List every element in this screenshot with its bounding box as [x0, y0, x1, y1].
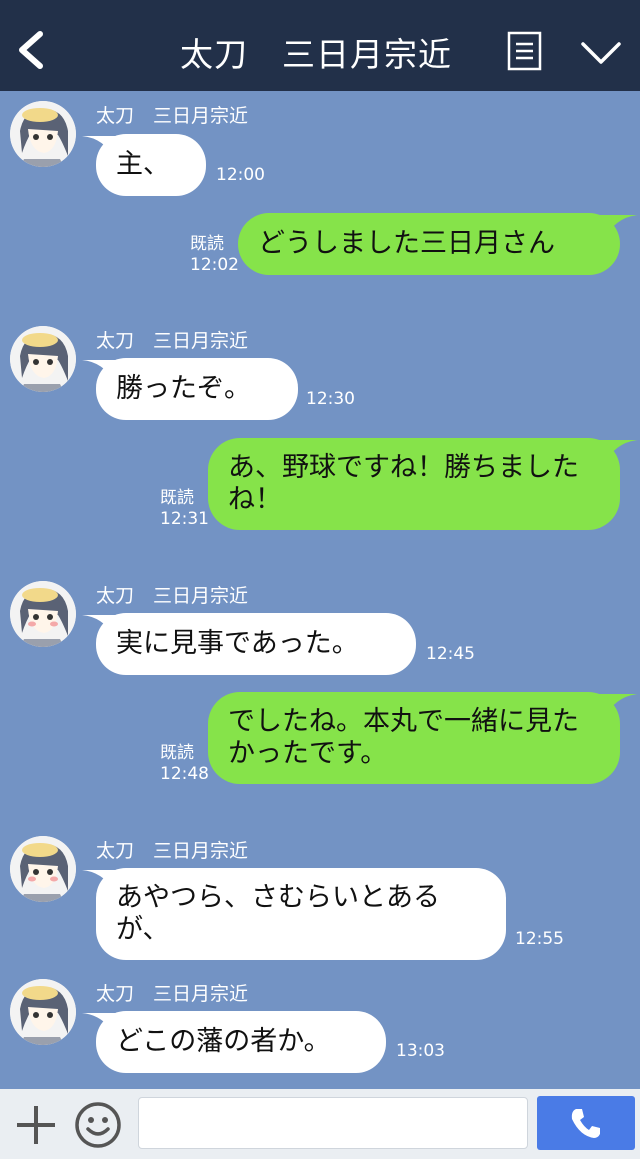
- message-bubble[interactable]: 勝ったぞ。: [96, 358, 298, 420]
- sender-name: 太刀 三日月宗近: [96, 983, 249, 1005]
- avatar[interactable]: [10, 581, 76, 647]
- read-receipt: 既読 12:48: [160, 743, 209, 785]
- read-label: 既読: [160, 488, 194, 508]
- chevron-down-icon[interactable]: [580, 40, 622, 66]
- message-time: 12:30: [306, 389, 355, 409]
- chat-title: 太刀 三日月宗近: [180, 35, 452, 74]
- smiley-icon[interactable]: [74, 1101, 122, 1149]
- chat-header: 太刀 三日月宗近: [0, 0, 640, 91]
- avatar[interactable]: [10, 101, 76, 167]
- message-time: 12:31: [160, 509, 209, 529]
- read-receipt: 既読 12:31: [160, 488, 209, 530]
- message-time: 13:03: [396, 1041, 445, 1061]
- message-input[interactable]: [138, 1097, 528, 1149]
- menu-icon[interactable]: [507, 31, 542, 71]
- message-time: 12:48: [160, 764, 209, 784]
- call-button[interactable]: [537, 1096, 635, 1150]
- message-time: 12:45: [426, 644, 475, 664]
- message-bubble[interactable]: どうしました三日月さん: [238, 213, 620, 275]
- message-bubble[interactable]: でしたね。本丸で一緒に見たかったです。: [208, 692, 620, 784]
- phone-icon: [571, 1109, 600, 1138]
- message-bubble[interactable]: あやつら、さむらいとあるが、: [96, 868, 506, 960]
- read-label: 既読: [190, 234, 224, 254]
- message-time: 12:02: [190, 255, 239, 275]
- avatar[interactable]: [10, 979, 76, 1045]
- message-bubble[interactable]: 主、: [96, 134, 206, 196]
- sender-name: 太刀 三日月宗近: [96, 585, 249, 607]
- plus-icon[interactable]: [14, 1103, 58, 1147]
- input-bar: [0, 1089, 640, 1159]
- sender-name: 太刀 三日月宗近: [96, 840, 249, 862]
- message-time: 12:00: [216, 165, 265, 185]
- sender-name: 太刀 三日月宗近: [96, 330, 249, 352]
- back-icon[interactable]: [14, 30, 48, 70]
- sender-name: 太刀 三日月宗近: [96, 105, 249, 127]
- message-bubble[interactable]: 実に見事であった。: [96, 613, 416, 675]
- message-bubble[interactable]: あ、野球ですね！勝ちましたね！: [208, 438, 620, 530]
- read-label: 既読: [160, 743, 194, 763]
- message-time: 12:55: [515, 929, 564, 949]
- read-receipt: 既読 12:02: [190, 234, 239, 276]
- message-bubble[interactable]: どこの藩の者か。: [96, 1011, 386, 1073]
- avatar[interactable]: [10, 326, 76, 392]
- avatar[interactable]: [10, 836, 76, 902]
